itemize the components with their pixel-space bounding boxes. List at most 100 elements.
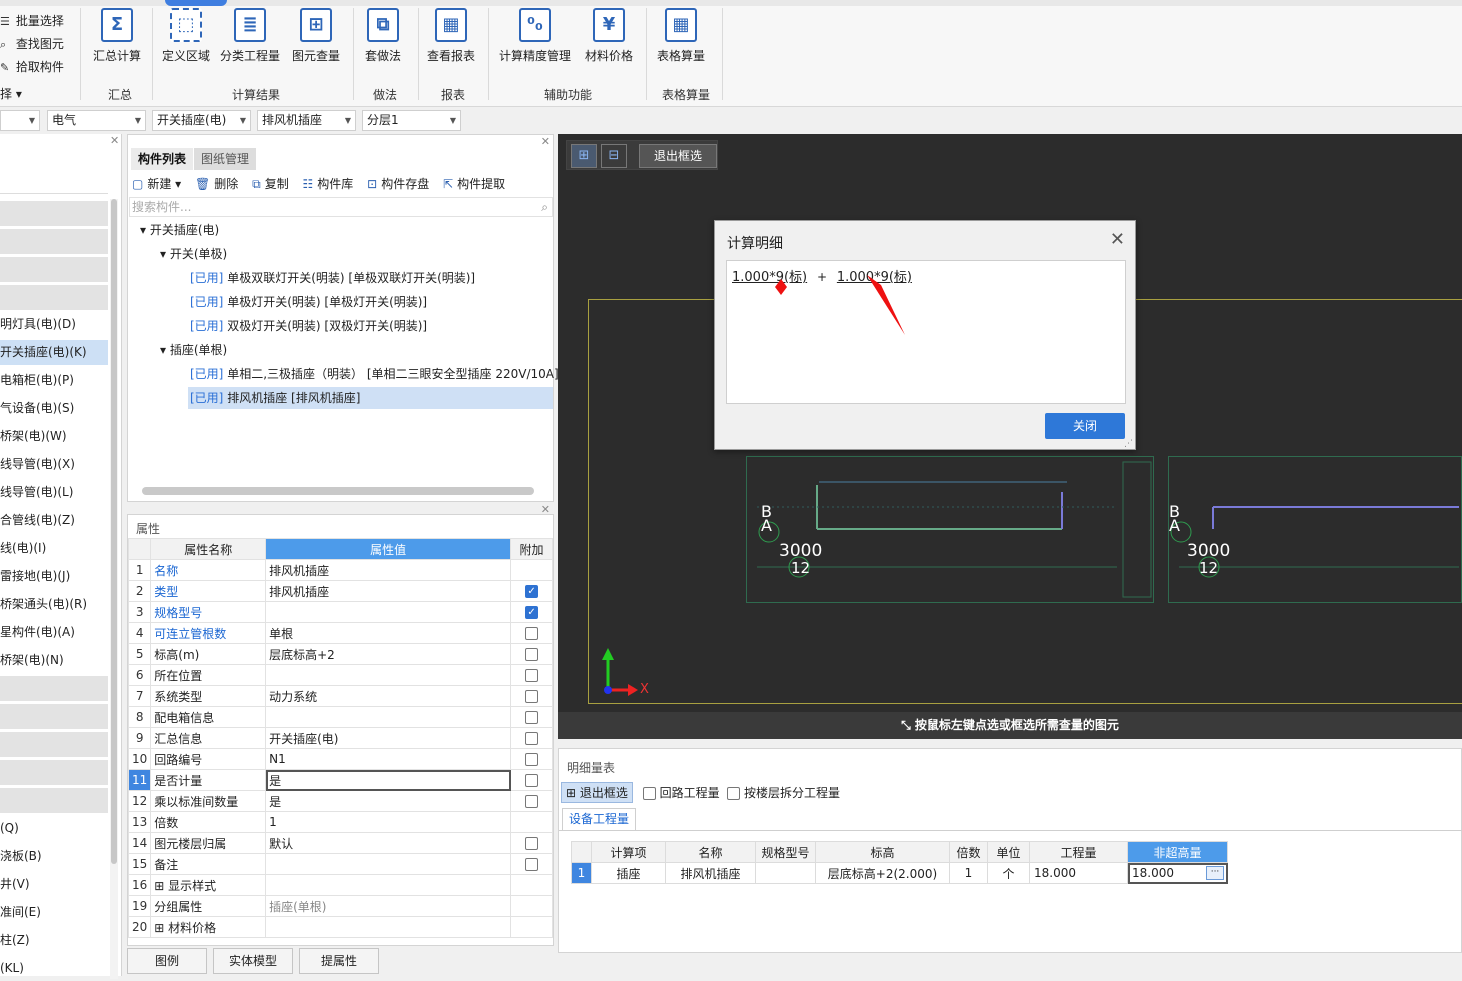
attach-checkbox[interactable] xyxy=(525,711,539,724)
nav-group-row[interactable] xyxy=(0,760,108,785)
nav-group-row[interactable] xyxy=(0,201,108,226)
element-query-button[interactable]: ⊞ 图元查量 xyxy=(292,8,340,64)
property-row[interactable]: 4 可连立管根数 单根 xyxy=(127,622,553,644)
property-row[interactable]: 14 图元楼层归属 默认 xyxy=(127,832,553,854)
property-value[interactable]: 1 xyxy=(265,811,512,833)
nav-item[interactable]: 线(电)(I) xyxy=(0,536,108,561)
nav-item[interactable]: 井(V) xyxy=(0,872,108,897)
nav-item[interactable]: 浇板(B) xyxy=(0,844,108,869)
component-library-button[interactable]: ☷ 构件库 xyxy=(303,177,354,191)
property-row[interactable]: 13 倍数 1 xyxy=(127,811,553,833)
exit-box-select-button[interactable]: ⊞ 退出框选 xyxy=(561,782,633,803)
ellipsis-icon[interactable]: ··· xyxy=(1206,866,1224,880)
pick-component-button[interactable]: ✎ 拾取构件 xyxy=(0,58,64,75)
summary-calc-button[interactable]: Σ 汇总计算 xyxy=(93,8,141,64)
nav-item[interactable]: 桥架(电)(W) xyxy=(0,424,108,449)
attach-checkbox[interactable] xyxy=(525,690,539,703)
tree-group[interactable]: ▾ 插座(单根) xyxy=(160,339,227,361)
property-row[interactable]: 2 类型 排风机插座 ✓ xyxy=(127,580,553,602)
attach-checkbox[interactable] xyxy=(525,669,539,682)
extract-component-button[interactable]: ⇱ 构件提取 xyxy=(443,177,505,191)
close-icon[interactable]: ✕ xyxy=(1110,229,1125,250)
drawing-sheet-right[interactable]: B A 3000 12 xyxy=(1168,456,1462,603)
property-value[interactable]: 层底标高+2 xyxy=(265,643,512,665)
property-value[interactable]: 排风机插座 xyxy=(265,580,512,602)
tab-equipment-quantity[interactable]: 设备工程量 xyxy=(562,808,637,830)
filter-combo-type[interactable]: 开关插座(电) ▼ xyxy=(152,110,251,131)
property-row[interactable]: 9 汇总信息 开关插座(电) xyxy=(127,727,553,749)
property-row[interactable]: 5 标高(m) 层底标高+2 xyxy=(127,643,553,665)
find-element-button[interactable]: ⌕ 查找图元 xyxy=(0,35,64,52)
property-value[interactable]: 插座(单根) xyxy=(265,895,512,917)
property-row[interactable]: 20 ⊞ 材料价格 xyxy=(127,916,553,938)
property-row[interactable]: 8 配电箱信息 xyxy=(127,706,553,728)
nav-item[interactable]: 线导管(电)(L) xyxy=(0,480,108,505)
view-report-button[interactable]: ▦ 查看报表 xyxy=(427,8,475,64)
tab-extract-props[interactable]: 提属性 xyxy=(299,948,379,974)
table-row[interactable]: 1 插座 排风机插座 层底标高+2(2.000) 1 个 18.000 18.0… xyxy=(571,862,1228,884)
filter-combo-0[interactable]: ▼ xyxy=(0,110,40,131)
attach-checkbox[interactable] xyxy=(525,732,539,745)
drawing-sheet-left[interactable]: B A 3000 12 xyxy=(746,456,1154,603)
attach-checkbox[interactable] xyxy=(525,753,539,766)
left-scrollbar[interactable] xyxy=(110,199,118,979)
nav-item[interactable]: 雷接地(电)(J) xyxy=(0,564,108,589)
property-row[interactable]: 15 备注 xyxy=(127,853,553,875)
close-icon[interactable]: ✕ xyxy=(541,135,550,148)
nav-group-row[interactable] xyxy=(0,732,108,757)
nav-item[interactable]: 桥架(电)(N) xyxy=(0,648,108,673)
nav-item[interactable]: 明灯具(电)(D) xyxy=(0,312,108,337)
nav-item[interactable]: 电箱柜(电)(P) xyxy=(0,368,108,393)
nav-item[interactable]: 桥架通头(电)(R) xyxy=(0,592,108,617)
close-icon[interactable]: ✕ xyxy=(541,503,550,516)
attach-checkbox[interactable] xyxy=(525,774,539,787)
nav-item[interactable]: 柱(Z) xyxy=(0,928,108,953)
copy-button[interactable]: ⧉ 复制 xyxy=(252,177,289,191)
tree-group[interactable]: ▾ 开关(单极) xyxy=(160,243,227,265)
apply-method-button[interactable]: ⧉ 套做法 xyxy=(365,8,401,64)
scroll-thumb[interactable] xyxy=(111,199,117,864)
select-dropdown[interactable]: 选择 ▾ xyxy=(0,85,22,102)
attach-checkbox[interactable] xyxy=(525,627,539,640)
attach-checkbox[interactable]: ✓ xyxy=(525,585,539,598)
nav-group-row[interactable] xyxy=(0,229,108,254)
nav-item[interactable]: 合管线(电)(Z) xyxy=(0,508,108,533)
property-value[interactable]: 是 xyxy=(265,769,512,791)
nav-item[interactable]: 星构件(电)(A) xyxy=(0,620,108,645)
property-value[interactable]: 开关插座(电) xyxy=(265,727,512,749)
nav-item[interactable]: (Q) xyxy=(0,816,108,841)
property-value[interactable] xyxy=(265,916,512,938)
attach-checkbox[interactable]: ✓ xyxy=(525,606,539,619)
property-value[interactable]: 排风机插座 xyxy=(265,559,512,581)
tab-drawing-manage[interactable]: 图纸管理 xyxy=(194,148,257,170)
tree-item[interactable]: [已用] 单极双联灯开关(明装) [单极双联灯开关(明装)] xyxy=(190,267,475,289)
close-button[interactable]: 关闭 xyxy=(1045,413,1125,439)
horizontal-scrollbar[interactable] xyxy=(142,487,534,495)
nav-item[interactable]: (KL) xyxy=(0,956,108,981)
component-search-input[interactable]: 搜索构件... ⌕ xyxy=(129,197,553,217)
property-row[interactable]: 10 回路编号 N1 xyxy=(127,748,553,770)
material-price-button[interactable]: ¥ 材料价格 xyxy=(585,8,633,64)
close-icon[interactable]: ✕ xyxy=(110,134,119,147)
nav-item[interactable]: 线导管(电)(X) xyxy=(0,452,108,477)
property-row[interactable]: 16 ⊞ 显示样式 xyxy=(127,874,553,896)
tree-item[interactable]: [已用] 单极灯开关(明装) [单极灯开关(明装)] xyxy=(190,291,427,313)
property-value[interactable]: 是 xyxy=(265,790,512,812)
save-component-button[interactable]: ⊡ 构件存盘 xyxy=(367,177,429,191)
split-by-floor-checkbox[interactable] xyxy=(727,787,741,800)
nav-group-row[interactable] xyxy=(0,285,108,310)
property-value[interactable]: 单根 xyxy=(265,622,512,644)
property-row[interactable]: 7 系统类型 动力系统 xyxy=(127,685,553,707)
loop-quantity-checkbox[interactable] xyxy=(642,787,656,800)
nav-group-row[interactable] xyxy=(0,788,108,813)
resize-grip-icon[interactable]: ⋰ xyxy=(1124,439,1133,449)
property-row[interactable]: 11 是否计量是 xyxy=(127,769,553,791)
nav-group-row[interactable] xyxy=(0,676,108,701)
nav-search[interactable] xyxy=(0,168,108,194)
nav-item[interactable]: 准间(E) xyxy=(0,900,108,925)
filter-combo-floor[interactable]: 分层1 ▼ xyxy=(362,110,461,131)
nav-item-selected[interactable]: 开关插座(电)(K) xyxy=(0,340,108,365)
attach-checkbox[interactable] xyxy=(525,837,539,850)
attach-checkbox[interactable] xyxy=(525,858,539,871)
property-value[interactable]: N1 xyxy=(265,748,512,770)
